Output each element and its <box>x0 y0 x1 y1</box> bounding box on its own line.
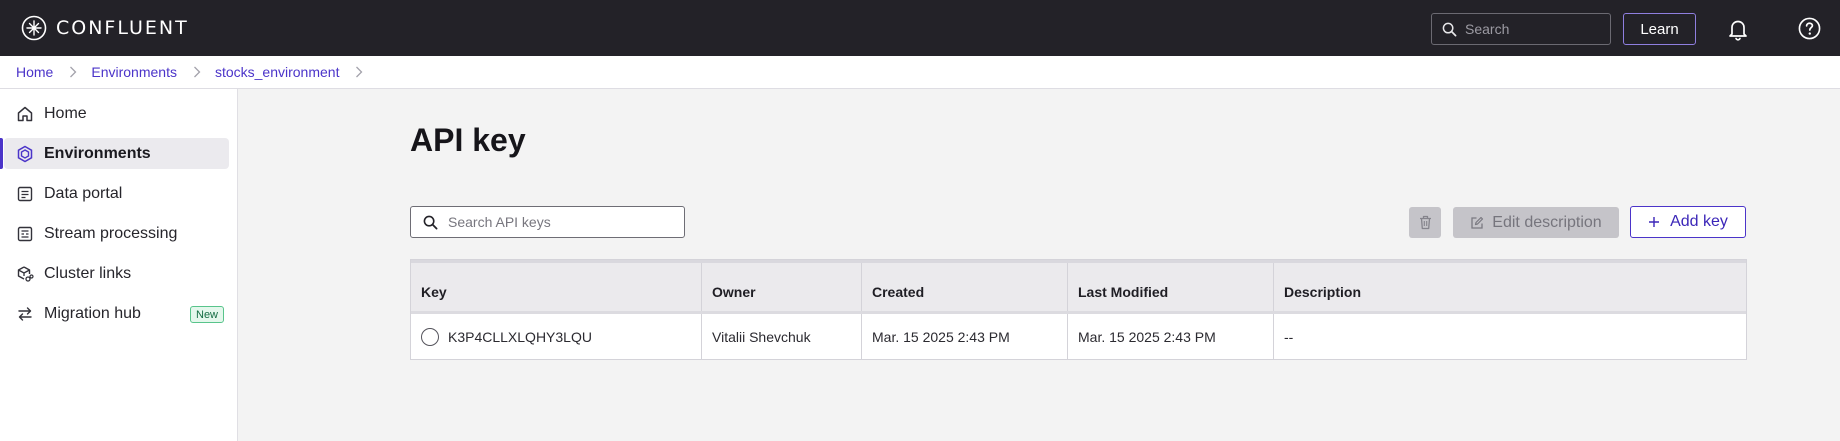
key-cell: K3P4CLLXLQHY3LQU <box>411 314 701 359</box>
top-bar: CONFLUENT Learn <box>0 0 1840 56</box>
sidebar-item-label: Home <box>44 104 87 122</box>
delete-button[interactable] <box>1409 207 1441 238</box>
column-header-owner[interactable]: Owner <box>701 263 861 311</box>
sidebar-item-label: Cluster links <box>44 264 132 282</box>
table-header: Key Owner Created Last Modified Descript… <box>411 260 1746 314</box>
breadcrumb-stocks-environment[interactable]: stocks_environment <box>215 64 340 80</box>
chevron-right-icon <box>69 66 77 78</box>
edit-description-button[interactable]: Edit description <box>1453 207 1619 238</box>
migration-hub-icon <box>18 306 32 321</box>
column-header-description[interactable]: Description <box>1273 263 1746 311</box>
stream-processing-icon <box>17 226 33 241</box>
column-header-last-modified[interactable]: Last Modified <box>1067 263 1273 311</box>
new-badge: New <box>190 306 225 323</box>
api-key-value: K3P4CLLXLQHY3LQU <box>448 328 592 345</box>
breadcrumb-home[interactable]: Home <box>16 64 53 80</box>
sidebar-item-label: Data portal <box>44 184 123 202</box>
home-icon <box>17 106 33 121</box>
sidebar-item-environments[interactable]: Environments <box>4 138 229 169</box>
description-cell: -- <box>1273 314 1746 359</box>
sidebar-item-home[interactable]: Home <box>4 98 229 129</box>
cluster-links-icon <box>17 265 34 282</box>
help-icon[interactable] <box>1798 17 1821 40</box>
data-portal-icon <box>17 186 33 201</box>
sidebar: Home Environments Data portal Stream pro… <box>0 89 238 441</box>
add-key-label: Add key <box>1670 213 1728 230</box>
column-header-key[interactable]: Key <box>411 263 701 311</box>
sidebar-item-migration-hub[interactable]: Migration hub New <box>4 298 229 329</box>
brand-name: CONFLUENT <box>56 17 189 39</box>
chevron-right-icon <box>193 66 201 78</box>
sidebar-item-label: Environments <box>44 144 151 162</box>
bell-icon[interactable] <box>1726 17 1750 41</box>
sidebar-item-label: Stream processing <box>44 224 178 242</box>
created-cell: Mar. 15 2025 2:43 PM <box>861 314 1067 359</box>
api-key-search[interactable] <box>410 206 685 238</box>
api-key-search-input[interactable] <box>448 214 678 230</box>
sidebar-item-stream-processing[interactable]: Stream processing <box>4 218 229 249</box>
chevron-right-icon <box>355 66 363 78</box>
learn-button[interactable]: Learn <box>1623 13 1696 45</box>
confluent-logo[interactable]: CONFLUENT <box>21 15 189 41</box>
global-search[interactable] <box>1431 13 1611 45</box>
last-modified-cell: Mar. 15 2025 2:43 PM <box>1067 314 1273 359</box>
row-select-radio[interactable] <box>421 327 439 346</box>
edit-description-label: Edit description <box>1492 213 1602 231</box>
edit-icon <box>1471 216 1484 229</box>
api-keys-table: Key Owner Created Last Modified Descript… <box>410 259 1747 360</box>
search-icon <box>423 215 438 229</box>
confluent-logo-icon <box>21 15 47 41</box>
table-row[interactable]: K3P4CLLXLQHY3LQU Vitalii Shevchuk Mar. 1… <box>411 314 1746 359</box>
trash-icon <box>1419 215 1431 230</box>
owner-cell: Vitalii Shevchuk <box>701 314 861 359</box>
page-title: API key <box>410 122 526 158</box>
sidebar-item-data-portal[interactable]: Data portal <box>4 178 229 209</box>
sidebar-item-label: Migration hub <box>44 304 141 322</box>
search-icon <box>1442 22 1457 36</box>
sidebar-item-cluster-links[interactable]: Cluster links <box>4 258 229 289</box>
breadcrumb-environments[interactable]: Environments <box>91 64 177 80</box>
environments-icon <box>17 145 33 162</box>
active-indicator <box>0 138 3 169</box>
breadcrumb: Home Environments stocks_environment <box>0 56 1840 89</box>
add-key-button[interactable]: Add key <box>1630 206 1746 238</box>
global-search-input[interactable] <box>1465 21 1605 37</box>
column-header-created[interactable]: Created <box>861 263 1067 311</box>
plus-icon <box>1649 217 1660 227</box>
